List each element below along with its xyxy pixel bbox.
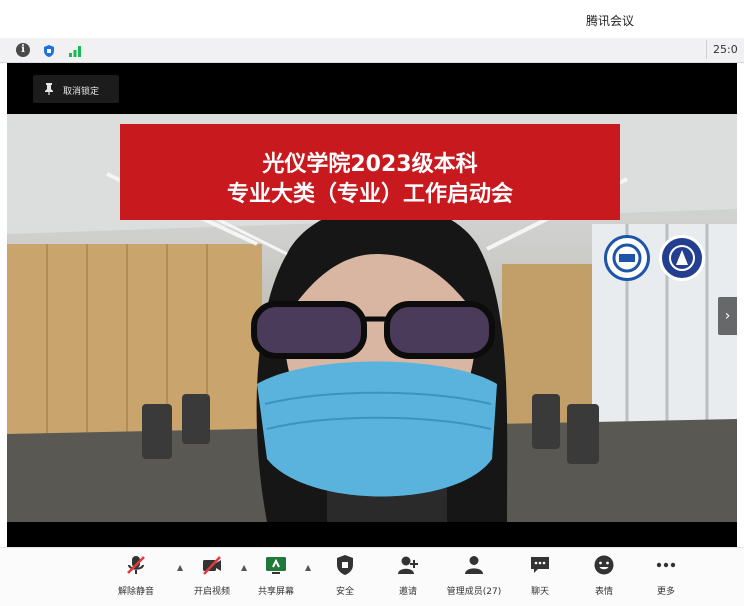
event-banner: 光仪学院2023级本科 专业大类（专业）工作启动会: [120, 124, 620, 220]
unmute-button[interactable]: 解除静音: [106, 554, 166, 604]
video-stage: 取消锁定 光仪学院2023级本科 专业大类（专业）工作启动会 ›: [7, 63, 737, 547]
signal-icon[interactable]: [68, 43, 82, 57]
presenter-video: 光仪学院2023级本科 专业大类（专业）工作启动会: [7, 114, 737, 522]
mic-muted-icon: [125, 554, 147, 576]
reactions-button[interactable]: 表情: [574, 554, 634, 604]
meeting-timer: 25:0: [706, 40, 744, 59]
title-bar: 腾讯会议: [0, 0, 744, 38]
more-icon: [655, 554, 677, 576]
more-button[interactable]: 更多: [636, 554, 696, 604]
meeting-toolbar: 解除静音 ▲ 开启视频 ▲ 共享屏幕 ▲ 安全 邀请 管理成员(27) 聊天 表…: [0, 547, 744, 606]
invite-button[interactable]: 邀请: [378, 554, 438, 604]
members-icon: [463, 554, 485, 576]
share-screen-icon: [265, 554, 287, 576]
manage-members-button[interactable]: 管理成员(27): [444, 554, 504, 604]
video-off-icon: [201, 554, 223, 576]
shield-icon: [334, 554, 356, 576]
university-logo: [604, 235, 650, 281]
emoji-icon: [593, 554, 615, 576]
info-icon[interactable]: i: [16, 43, 30, 57]
next-page-arrow[interactable]: ›: [718, 297, 737, 335]
pin-icon: [43, 82, 55, 99]
invite-icon: [397, 554, 419, 576]
chat-icon: [529, 554, 551, 576]
app-title: 腾讯会议: [586, 14, 635, 28]
banner-line-2: 专业大类（专业）工作启动会: [226, 182, 513, 207]
share-screen-button[interactable]: 共享屏幕: [246, 554, 306, 604]
chat-button[interactable]: 聊天: [510, 554, 570, 604]
share-options-caret-icon[interactable]: ▲: [305, 563, 311, 572]
start-video-button[interactable]: 开启视频: [182, 554, 242, 604]
more-label: 更多: [656, 587, 675, 597]
security-shield-icon[interactable]: [42, 43, 56, 57]
unmute-label: 解除静音: [117, 587, 154, 597]
meeting-info-bar: i 25:0: [0, 38, 744, 63]
unpin-label: 取消锁定: [63, 87, 100, 97]
banner-line-1: 光仪学院2023级本科: [262, 152, 478, 177]
college-logo: [659, 235, 705, 281]
share-screen-label: 共享屏幕: [257, 587, 294, 597]
unpin-button[interactable]: 取消锁定: [33, 75, 119, 103]
security-button[interactable]: 安全: [315, 554, 375, 604]
